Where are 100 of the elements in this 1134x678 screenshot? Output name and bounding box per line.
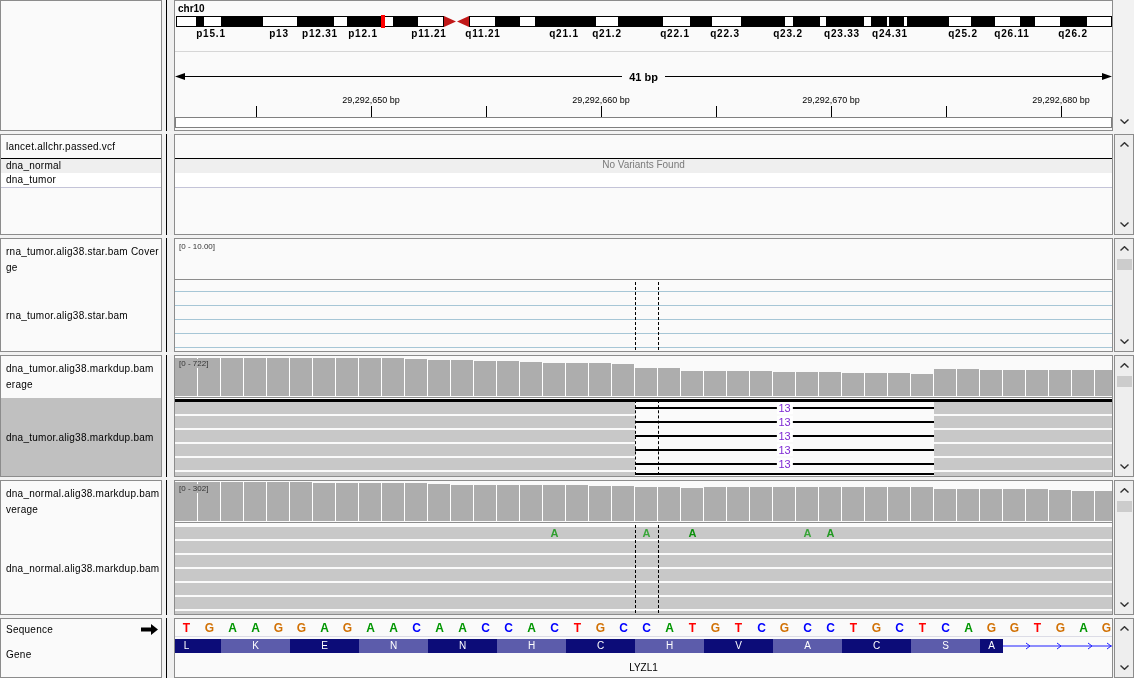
status-message: No Variants Found	[602, 159, 685, 172]
amino-acid: V	[704, 639, 773, 653]
coverage-bar	[727, 371, 750, 396]
amino-acid: H	[497, 639, 566, 653]
coverage-bar	[359, 358, 382, 396]
coverage-bar	[589, 363, 612, 396]
cytoband[interactable]	[333, 16, 348, 27]
cytoband[interactable]	[1086, 16, 1112, 27]
coverage-bar	[336, 483, 359, 521]
coverage-bar	[612, 364, 635, 396]
sequence-base: A	[527, 620, 536, 635]
scrollbar[interactable]	[1114, 355, 1134, 477]
span-label: 41 bp	[622, 70, 665, 84]
scrollbar-thumb[interactable]	[1116, 376, 1132, 387]
coverage-bar	[750, 487, 773, 521]
scrollbar-thumb[interactable]	[1116, 501, 1132, 512]
track-name[interactable]: dna_normal.alig38.markdup.bam verage	[1, 481, 161, 523]
cytoband-label: p12.1	[348, 28, 378, 39]
center-line	[658, 282, 659, 350]
sequence-base: T	[688, 620, 697, 635]
coverage-range: [0 - 302]	[178, 484, 210, 493]
coverage-bar	[658, 487, 681, 521]
chevron-down-icon[interactable]	[1119, 602, 1129, 607]
chevron-up-icon[interactable]	[1119, 142, 1129, 147]
coverage-bar	[911, 487, 934, 521]
coverage-bar	[773, 487, 796, 521]
sequence-base: G	[204, 620, 215, 635]
coverage-bar	[1072, 370, 1095, 396]
cytoband[interactable]	[469, 16, 496, 27]
cytoband[interactable]	[711, 16, 742, 27]
cytoband[interactable]	[784, 16, 794, 27]
cytoband[interactable]	[203, 16, 222, 27]
cytoband[interactable]	[863, 16, 872, 27]
coverage-bar	[842, 373, 865, 396]
coverage-bar	[796, 487, 819, 521]
chevron-up-icon[interactable]	[1119, 626, 1129, 631]
coverage-bar	[957, 369, 980, 396]
track-name[interactable]: rna_tumor.alig38.star.bam	[1, 280, 161, 351]
chevron-down-icon[interactable]	[1119, 119, 1129, 124]
mismatch-base: A	[826, 527, 835, 539]
mismatch-base: A	[550, 527, 559, 539]
sequence-base: T	[573, 620, 582, 635]
track-name[interactable]: Gene	[6, 649, 32, 661]
mismatch-base: A	[642, 527, 651, 539]
sequence-base: C	[481, 620, 490, 635]
scrollbar[interactable]	[1114, 480, 1134, 615]
coverage-bar	[1049, 370, 1072, 396]
cytoband[interactable]	[519, 16, 536, 27]
scrollbar[interactable]	[1114, 134, 1134, 235]
chevron-down-icon[interactable]	[1119, 339, 1129, 344]
track-name[interactable]: dna_tumor.alig38.markdup.bam erage	[1, 356, 161, 398]
chevron-down-icon[interactable]	[1119, 222, 1129, 227]
chevron-up-icon[interactable]	[1119, 488, 1129, 493]
arrow-right-icon[interactable]	[141, 624, 158, 635]
cytoband[interactable]	[662, 16, 691, 27]
coverage-range: [0 - 10.00]	[178, 242, 217, 251]
coverage-bar	[1049, 490, 1072, 521]
coverage-bar	[704, 487, 727, 521]
coverage-bar	[681, 371, 704, 396]
sequence-base: C	[941, 620, 950, 635]
scrollbar-thumb[interactable]	[1116, 259, 1132, 270]
track-name[interactable]: Sequence	[6, 623, 54, 636]
cytoband[interactable]	[903, 16, 908, 27]
sequence-base: C	[550, 620, 559, 635]
cytoband[interactable]	[595, 16, 619, 27]
cytoband[interactable]	[819, 16, 827, 27]
track-name[interactable]: dna_tumor.alig38.markdup.bam	[1, 398, 161, 476]
cytoband[interactable]	[417, 16, 444, 27]
sequence-base: C	[619, 620, 628, 635]
sequence-base: A	[228, 620, 237, 635]
cytoband[interactable]	[262, 16, 298, 27]
cytoband[interactable]	[994, 16, 1021, 27]
coverage-bar	[290, 358, 313, 396]
cytoband-label: q21.2	[592, 28, 622, 39]
sequence-base: C	[504, 620, 513, 635]
chevron-up-icon[interactable]	[1119, 363, 1129, 368]
amino-acid: K	[221, 639, 290, 653]
amino-acid: A	[980, 639, 1003, 653]
coverage-bar	[750, 371, 773, 396]
scrollbar[interactable]	[1114, 238, 1134, 352]
coverage-bar	[566, 485, 589, 521]
chevron-down-icon[interactable]	[1119, 464, 1129, 469]
coverage-range: [0 - 722]	[178, 359, 210, 368]
track-name[interactable]: rna_tumor.alig38.star.bam Cover ge	[1, 239, 161, 280]
sequence-base: A	[366, 620, 375, 635]
track-name[interactable]: dna_normal.alig38.markdup.bam	[1, 523, 161, 614]
scrollbar[interactable]	[1114, 618, 1134, 678]
cytoband[interactable]	[176, 16, 197, 27]
sequence-base: G	[710, 620, 721, 635]
sequence-base: T	[182, 620, 191, 635]
sample-name: dna_tumor	[6, 174, 57, 186]
chevron-down-icon[interactable]	[1119, 665, 1129, 670]
sequence-base: T	[1033, 620, 1042, 635]
cytoband-label: p13	[269, 28, 289, 39]
cytoband[interactable]	[1034, 16, 1061, 27]
cytoband-label: q23.2	[773, 28, 803, 39]
cytoband[interactable]	[948, 16, 972, 27]
amino-acid: S	[911, 639, 980, 653]
chevron-up-icon[interactable]	[1119, 246, 1129, 251]
coverage-bar	[359, 483, 382, 521]
